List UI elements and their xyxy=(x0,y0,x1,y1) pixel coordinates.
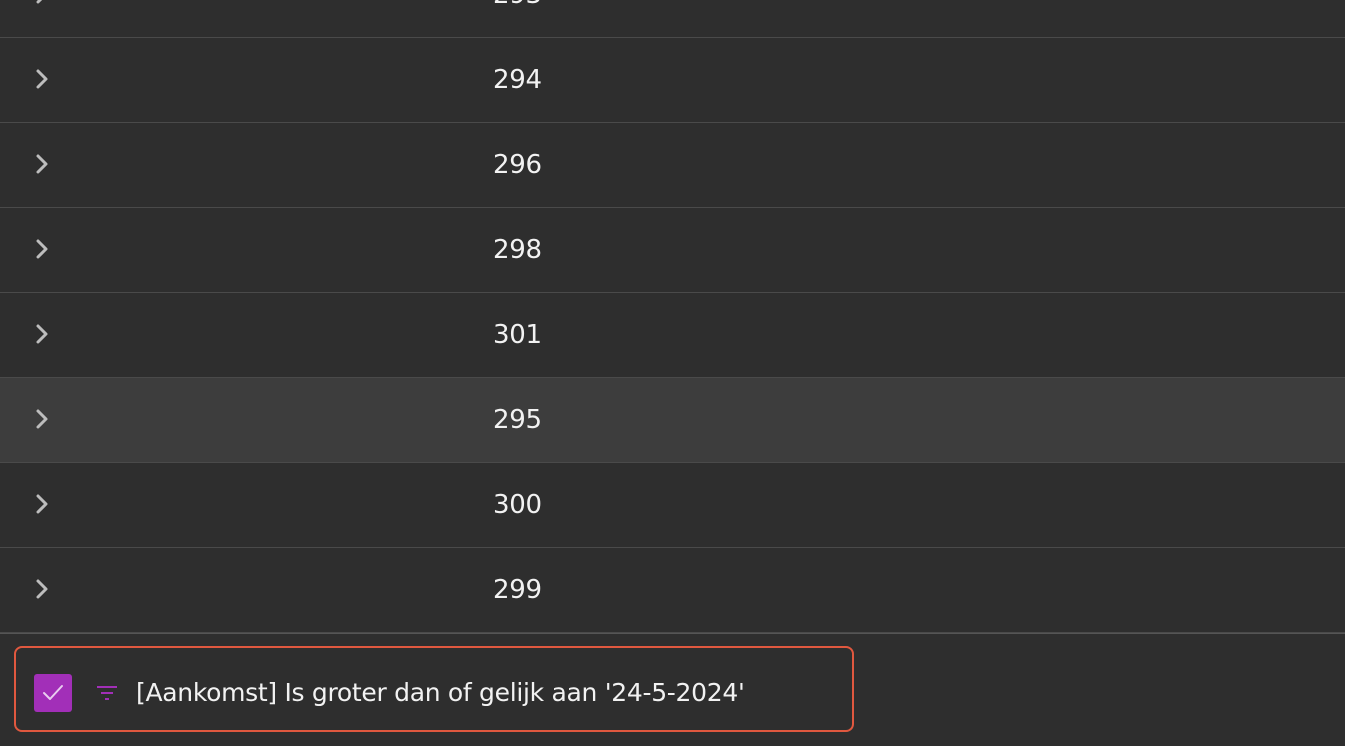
chevron-right-icon[interactable] xyxy=(30,492,54,516)
table-row[interactable]: 294 xyxy=(0,38,1345,123)
table-row[interactable]: 296 xyxy=(0,123,1345,208)
row-id-cell: 301 xyxy=(493,320,542,350)
chevron-right-icon[interactable] xyxy=(30,152,54,176)
row-id-cell: 295 xyxy=(493,405,542,435)
filter-highlight: [Aankomst] Is groter dan of gelijk aan '… xyxy=(14,646,854,732)
chevron-right-icon[interactable] xyxy=(30,237,54,261)
row-id-cell: 298 xyxy=(493,235,542,265)
row-id-cell: 300 xyxy=(493,490,542,520)
table-row[interactable]: 301 xyxy=(0,293,1345,378)
table-row[interactable]: 298 xyxy=(0,208,1345,293)
row-id-cell: 296 xyxy=(493,150,542,180)
chevron-right-icon[interactable] xyxy=(30,577,54,601)
filter-enabled-checkbox[interactable] xyxy=(34,674,72,712)
row-id-cell: 294 xyxy=(493,65,542,95)
table-row[interactable]: 300 xyxy=(0,463,1345,548)
table-row[interactable]: 293 xyxy=(0,0,1345,38)
filter-panel: [Aankomst] Is groter dan of gelijk aan '… xyxy=(0,633,1345,746)
table-row[interactable]: 295 xyxy=(0,378,1345,463)
chevron-right-icon[interactable] xyxy=(30,0,54,6)
row-id-cell: 293 xyxy=(493,0,542,37)
filter-expression[interactable]: [Aankomst] Is groter dan of gelijk aan '… xyxy=(136,674,745,712)
row-id-cell: 299 xyxy=(493,575,542,605)
chevron-right-icon[interactable] xyxy=(30,407,54,431)
table-row[interactable]: 299 xyxy=(0,548,1345,633)
chevron-right-icon[interactable] xyxy=(30,322,54,346)
filter-icon xyxy=(96,684,118,706)
chevron-right-icon[interactable] xyxy=(30,67,54,91)
data-grid: 293 294 296 298 301 295 300 299 xyxy=(0,0,1345,633)
